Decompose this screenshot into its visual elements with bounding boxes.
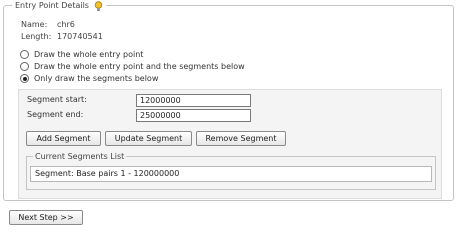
length-label: Length: [21,32,52,41]
length-row: Length: 170740541 [21,32,103,41]
radio-label[interactable]: Draw the whole entry point [34,50,143,59]
radio-button-selected[interactable] [20,74,29,83]
current-segments-legend: Current Segments List [33,151,127,162]
list-item[interactable]: Segment: Base pairs 1 - 120000000 [35,169,179,178]
radio-label[interactable]: Only draw the segments below [34,74,158,83]
radio-draw-whole-and-segments[interactable]: Draw the whole entry point and the segme… [20,62,245,71]
remove-segment-button[interactable]: Remove Segment [196,131,286,146]
segment-editor-panel: Segment start: Segment end: Add Segment … [18,89,442,199]
segment-start-input[interactable] [136,94,251,107]
add-segment-button[interactable]: Add Segment [26,131,101,146]
current-segments-fieldset: Current Segments List Segment: Base pair… [26,151,436,190]
name-value: chr6 [57,20,75,29]
length-value: 170740541 [57,32,103,41]
radio-label[interactable]: Draw the whole entry point and the segme… [34,62,245,71]
radio-draw-whole-entry-point[interactable]: Draw the whole entry point [20,50,143,59]
radio-only-draw-segments[interactable]: Only draw the segments below [20,74,158,83]
name-label: Name: [21,20,48,29]
update-segment-button[interactable]: Update Segment [105,131,192,146]
entry-point-details-legend: Entry Point Details [12,0,106,12]
segment-end-input[interactable] [136,109,251,122]
entry-point-details-fieldset: Entry Point Details Name: chr6 Length: 1… [3,0,454,201]
name-row: Name: chr6 [21,20,75,29]
entry-point-details-title: Entry Point Details [15,1,89,10]
segment-end-label: Segment end: [27,110,84,119]
next-step-button[interactable]: Next Step >> [9,210,83,225]
segments-listbox[interactable]: Segment: Base pairs 1 - 120000000 [30,166,432,182]
segment-start-label: Segment start: [27,95,87,104]
radio-button[interactable] [20,62,29,71]
radio-button[interactable] [20,50,29,59]
lightbulb-icon[interactable] [94,0,103,12]
